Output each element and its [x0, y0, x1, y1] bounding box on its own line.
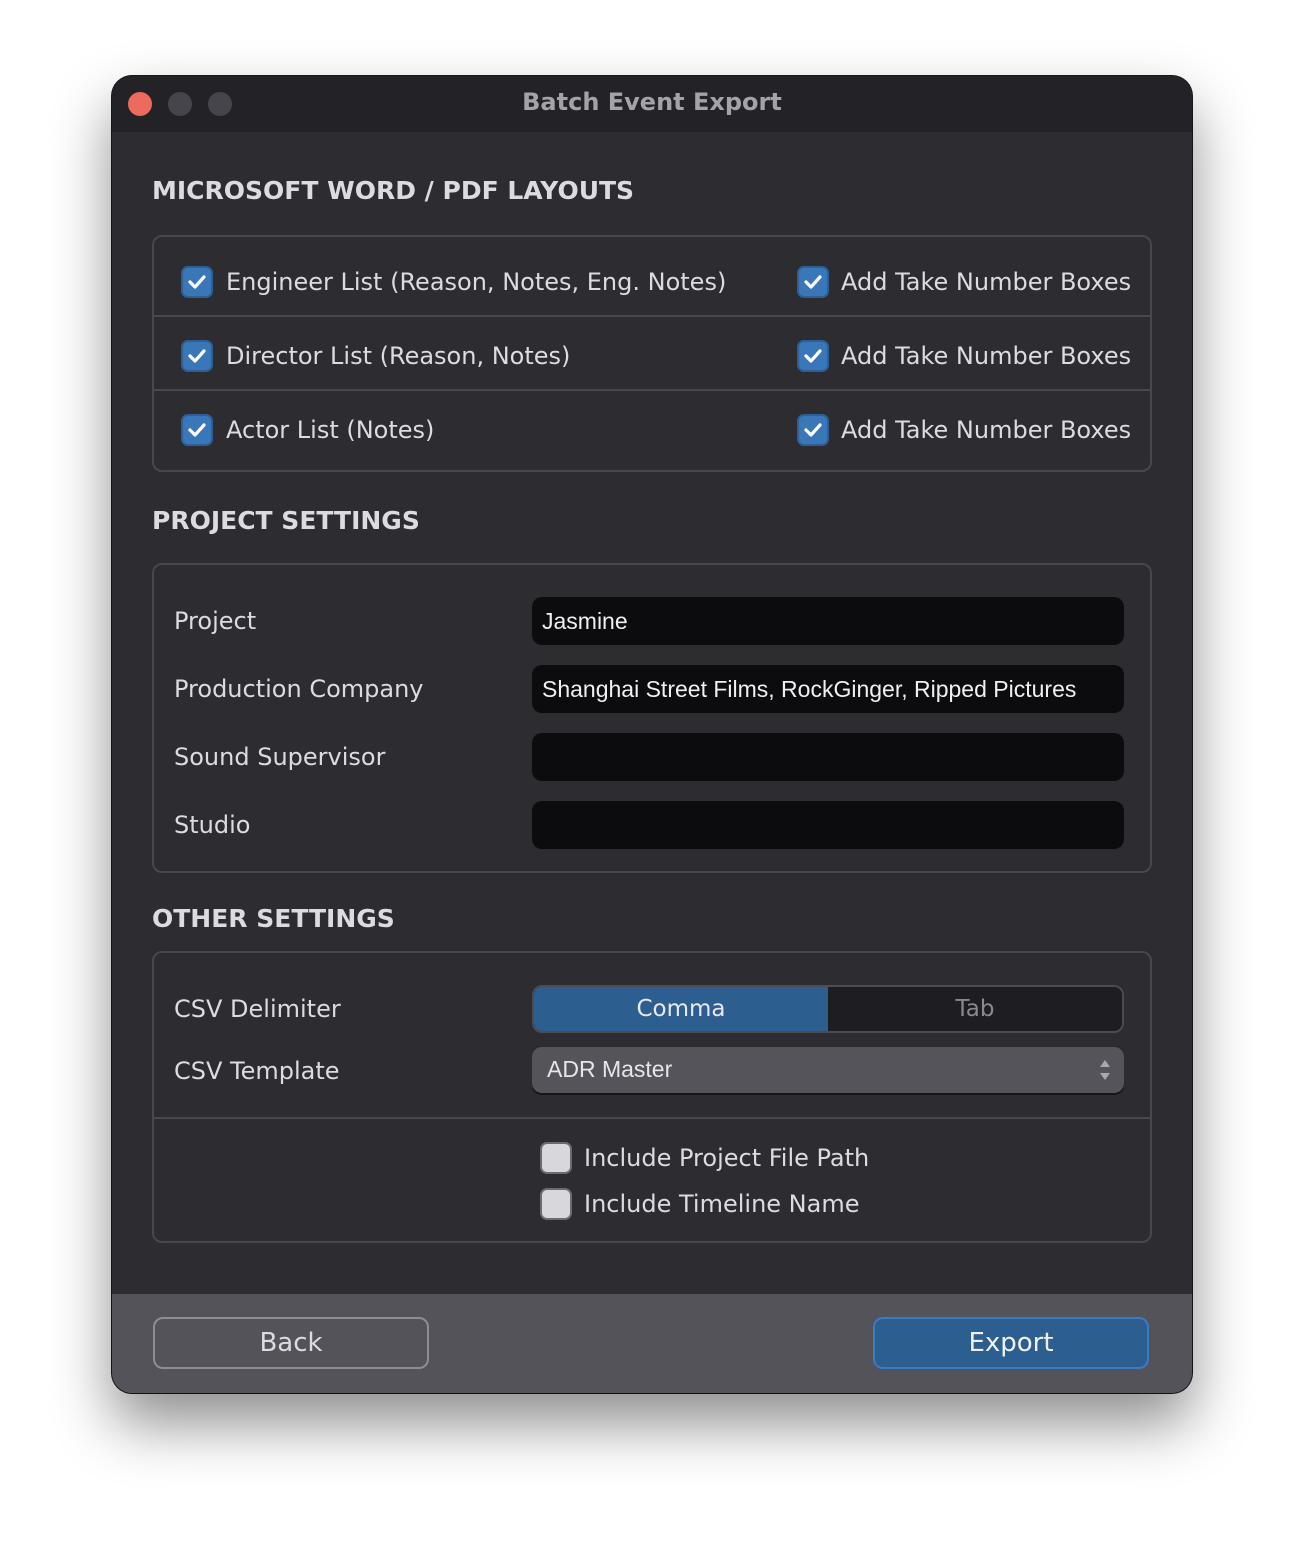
project-label: Project [174, 607, 257, 635]
include-project-path-checkbox[interactable] [540, 1142, 572, 1174]
include-options-row: Include Project File Path Include Timeli… [154, 1117, 1150, 1241]
up-down-arrows-icon [1100, 1060, 1110, 1080]
title-bar: Batch Event Export [112, 76, 1192, 132]
delimiter-tab-option[interactable]: Tab [828, 987, 1122, 1031]
engineer-list-label: Engineer List (Reason, Notes, Eng. Notes… [226, 268, 727, 296]
batch-export-dialog: Batch Event Export MICROSOFT WORD / PDF … [112, 76, 1192, 1393]
checkmark-icon [188, 275, 206, 289]
sound-supervisor-input[interactable] [532, 733, 1124, 781]
director-take-boxes-label: Add Take Number Boxes [841, 342, 1132, 370]
actor-take-boxes-checkbox[interactable] [797, 414, 829, 446]
include-timeline-name-label: Include Timeline Name [584, 1190, 860, 1218]
checkmark-icon [188, 349, 206, 363]
back-button[interactable]: Back [153, 1317, 429, 1369]
csv-delimiter-label: CSV Delimiter [174, 995, 341, 1023]
csv-delimiter-segmented-control: Comma Tab [532, 985, 1124, 1033]
layout-row-engineer: Engineer List (Reason, Notes, Eng. Notes… [154, 237, 1150, 317]
include-timeline-name-checkbox[interactable] [540, 1188, 572, 1220]
include-project-path-label: Include Project File Path [584, 1144, 870, 1172]
checkmark-icon [804, 275, 822, 289]
engineer-take-boxes-checkbox[interactable] [797, 266, 829, 298]
director-list-checkbox[interactable] [181, 340, 213, 372]
director-take-boxes-checkbox[interactable] [797, 340, 829, 372]
layout-row-actor: Actor List (Notes) Add Take Number Boxes [154, 389, 1150, 470]
project-settings-group: Project Production Company Sound Supervi… [152, 563, 1152, 873]
dialog-footer: Back Export [112, 1294, 1192, 1393]
checkmark-icon [804, 349, 822, 363]
engineer-take-boxes-label: Add Take Number Boxes [841, 268, 1132, 296]
delimiter-comma-option[interactable]: Comma [534, 987, 828, 1031]
actor-take-boxes-label: Add Take Number Boxes [841, 416, 1132, 444]
actor-list-label: Actor List (Notes) [226, 416, 435, 444]
studio-input[interactable] [532, 801, 1124, 849]
production-company-input[interactable] [532, 665, 1124, 713]
export-button[interactable]: Export [873, 1317, 1149, 1369]
sound-supervisor-label: Sound Supervisor [174, 743, 386, 771]
csv-template-select[interactable]: ADR Master [532, 1047, 1124, 1093]
production-company-label: Production Company [174, 675, 424, 703]
checkmark-icon [804, 423, 822, 437]
checkmark-icon [188, 423, 206, 437]
studio-label: Studio [174, 811, 251, 839]
layouts-heading: MICROSOFT WORD / PDF LAYOUTS [152, 176, 635, 205]
other-settings-group: CSV Delimiter Comma Tab CSV Template ADR… [152, 951, 1152, 1243]
csv-settings-row: CSV Delimiter Comma Tab CSV Template ADR… [154, 953, 1150, 1119]
project-input[interactable] [532, 597, 1124, 645]
csv-template-label: CSV Template [174, 1057, 340, 1085]
project-settings-heading: PROJECT SETTINGS [152, 506, 420, 535]
csv-template-value: ADR Master [547, 1056, 673, 1082]
window-title: Batch Event Export [522, 88, 782, 116]
layout-row-director: Director List (Reason, Notes) Add Take N… [154, 315, 1150, 391]
other-settings-heading: OTHER SETTINGS [152, 904, 395, 933]
actor-list-checkbox[interactable] [181, 414, 213, 446]
engineer-list-checkbox[interactable] [181, 266, 213, 298]
director-list-label: Director List (Reason, Notes) [226, 342, 571, 370]
layouts-group: Engineer List (Reason, Notes, Eng. Notes… [152, 235, 1152, 472]
